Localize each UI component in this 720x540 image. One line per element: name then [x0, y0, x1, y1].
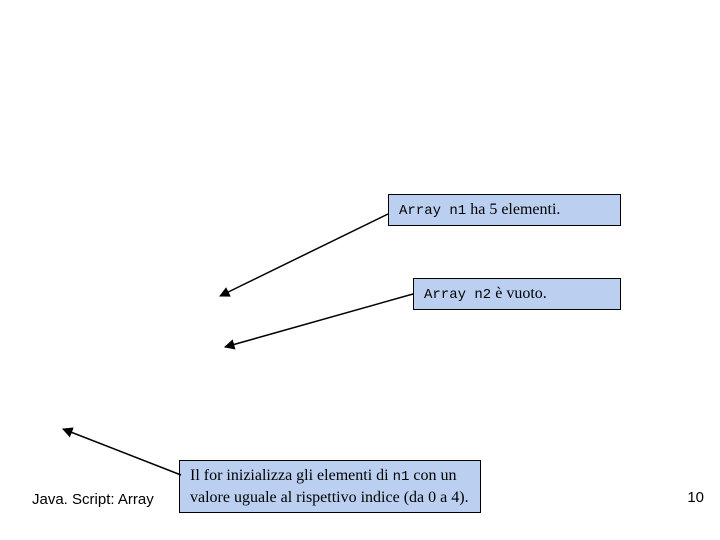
arrow-layer — [0, 0, 720, 540]
callout-for-loop-pre: Il for inizializza gli elementi di — [190, 467, 393, 484]
footer-label: Java. Script: Array — [32, 491, 154, 508]
callout-for-loop: Il for inizializza gli elementi di n1 co… — [179, 460, 481, 513]
callout-array-n2: Array n2 è vuoto. — [413, 278, 621, 310]
callout-for-loop-code: n1 — [393, 469, 410, 485]
arrow-n2 — [225, 294, 413, 347]
callout-array-n1-text: ha 5 elementi. — [466, 201, 560, 218]
page-number: 10 — [687, 489, 704, 506]
callout-array-n1-code: Array n1 — [399, 203, 466, 219]
arrow-for — [63, 429, 181, 475]
callout-array-n1: Array n1 ha 5 elementi. — [388, 194, 621, 226]
arrow-n1 — [220, 214, 388, 296]
callout-array-n2-text: è vuoto. — [491, 285, 547, 302]
callout-array-n2-code: Array n2 — [424, 287, 491, 303]
